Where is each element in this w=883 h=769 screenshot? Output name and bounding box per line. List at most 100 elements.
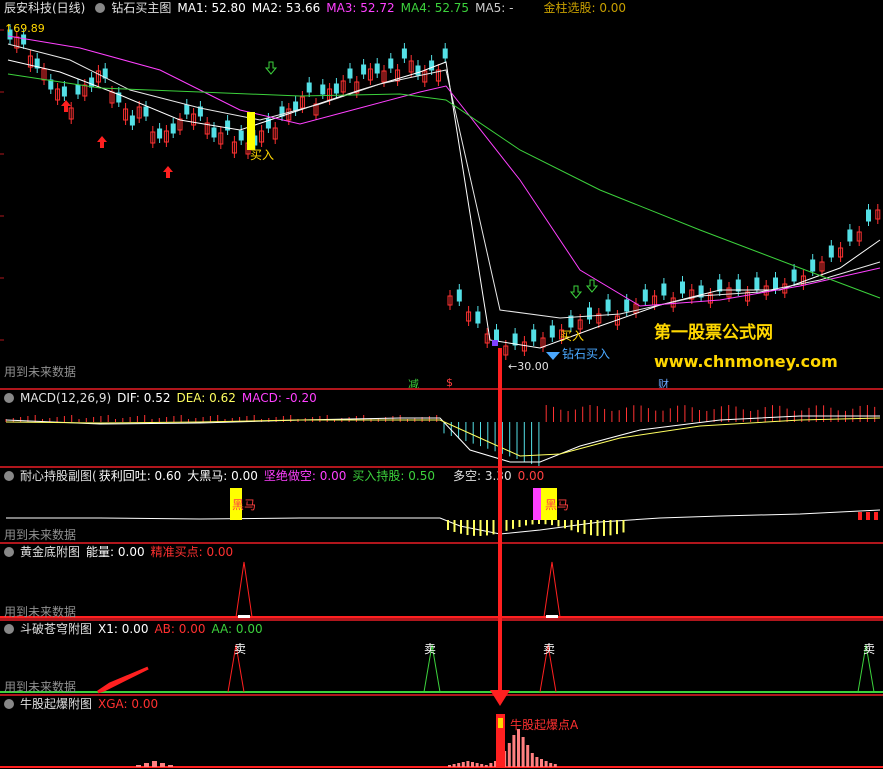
bull-panel[interactable]: 牛股起爆附图 XGA: 0.00 牛股起爆点A [0,696,883,769]
candle-body [754,277,760,290]
gold-spike [235,561,253,618]
up-arrow-icon [97,136,107,148]
ma3-line [7,35,881,307]
candle-body [810,259,816,272]
candle-body [170,123,176,134]
patience-line [6,509,881,535]
main-chart-panel[interactable]: 辰安科技(日线) 钻石买主图 MA1: 52.80 MA2: 53.66 MA3: 52… [0,0,883,391]
bull-bar [553,764,557,767]
candle-body [773,277,778,290]
gold-energy: 能量: 0.00 [86,545,145,559]
candle-body [642,289,648,302]
macd-dif: DIF: 0.52 [117,391,171,405]
sell-label: 卖 [863,642,876,656]
down-arrow-icon [585,279,599,293]
main-chart-header: 辰安科技(日线) 钻石买主图 MA1: 52.80 MA2: 53.66 MA3: 52… [0,0,632,16]
macd-header: MACD(12,26,9) DIF: 0.52 DEA: 0.62 MACD: -0.… [0,390,323,406]
bull-menu-icon[interactable] [4,699,14,709]
candle-body [828,245,834,258]
candle-body [333,83,339,94]
candle-body [735,279,741,292]
patience-menu-icon[interactable] [4,471,14,481]
buy-hold: 买入持股: 0.50 [352,469,435,483]
bull-bar [448,765,451,767]
candle-body [238,130,244,141]
doupo-x1: X1: 0.00 [98,622,149,636]
stock-title[interactable]: 辰安科技(日线) [4,1,85,15]
bull-bar [152,761,157,767]
candle-body [791,269,797,282]
macd-panel[interactable]: MACD(12,26,9) DIF: 0.52 DEA: 0.62 MACD: -0.… [0,390,883,468]
macd-dea: DEA: 0.62 [176,391,236,405]
bull-bar [160,763,165,767]
bull-bar [530,753,534,767]
gold-bottom-panel[interactable]: 黄金底附图 能量: 0.00 精准买点: 0.00 用到未来数据 [0,544,883,619]
purple-marker [492,340,498,346]
pick-stock-value: 金柱选股: 0.00 [543,1,627,15]
doupo-label[interactable]: 斗破苍穹附图 [20,622,92,636]
candle-body [442,48,448,59]
ma2-value: MA2: 53.66 [251,1,321,15]
doupo-aa: AA: 0.00 [211,622,263,636]
patience-label[interactable]: 耐心持股副图( [20,469,97,483]
gold-precise-buy: 精准买点: 0.00 [150,545,234,559]
down-arrow-icon [264,61,278,75]
black-horse-label-2: 黑马 [545,498,570,512]
future-data-note-doupo: 用到未来数据 [4,680,77,694]
candle-body [401,48,407,59]
bull-label[interactable]: 牛股起爆附图 [20,697,92,711]
macd-label[interactable]: MACD(12,26,9) [20,391,111,405]
bull-bar [466,761,470,767]
bull-bar [521,737,525,767]
bull-bar [535,757,539,767]
buy-label-2: 买入 [560,329,585,343]
bull-bar [144,763,149,767]
gold-menu-icon[interactable] [4,547,14,557]
doupo-panel[interactable]: 斗破苍穹附图 X1: 0.00 AB: 0.00 AA: 0.00 卖 卖 卖 卖 用… [0,621,883,696]
doupo-menu-icon[interactable] [4,624,14,634]
patience-red-mark [874,512,878,520]
candle-body [847,229,853,242]
bull-bar [507,743,511,767]
black-horse-bar [533,488,541,520]
ma4-value: MA4: 52.75 [400,1,470,15]
sell-label: 卖 [424,642,437,656]
candle-body [89,77,95,88]
candle-body [661,283,667,296]
ma2-line [7,43,881,319]
gold-label[interactable]: 黄金底附图 [20,545,80,559]
sell-label: 卖 [543,642,556,656]
bull-bar [480,764,484,767]
gold-header: 黄金底附图 能量: 0.00 精准买点: 0.00 [0,544,239,560]
bull-bear: 多空: 3.30 [453,469,512,483]
candle-body [587,307,592,320]
bull-bar [484,765,488,767]
candle-body [605,299,611,312]
candle-body [184,104,190,115]
macd-menu-icon[interactable] [4,393,14,403]
candle-body [388,58,394,69]
bull-bar [526,745,530,767]
black-horse-label-1: 黑马 [232,498,257,512]
candle-body [320,84,326,95]
candle-body [347,68,353,79]
bull-bar [471,762,474,767]
candle-body [61,86,67,97]
bull-bar [549,763,553,767]
candle-body [129,115,135,126]
patience-panel[interactable]: 耐心持股副图(获利回吐: 0.60 大黑马: 0.00 坚绝做空: 0.00 买入持股… [0,468,883,542]
bull-header: 牛股起爆附图 XGA: 0.00 [0,696,164,712]
candle-body [143,106,149,117]
watermark-title: 第一股票公式网 [654,323,773,343]
indicator-name[interactable]: 钻石买主图 [111,1,171,15]
candle-body [866,209,871,222]
bull-bar [457,763,461,767]
bull-xga: XGA: 0.00 [98,697,159,711]
bull-explosion-highlight [498,718,503,728]
diamond-icon [546,352,560,360]
buy-label-1: 买入 [250,148,275,162]
candle-body [306,82,312,93]
indicator-menu-icon[interactable] [95,3,106,13]
candle-body [75,84,81,95]
candle-body [717,279,723,292]
